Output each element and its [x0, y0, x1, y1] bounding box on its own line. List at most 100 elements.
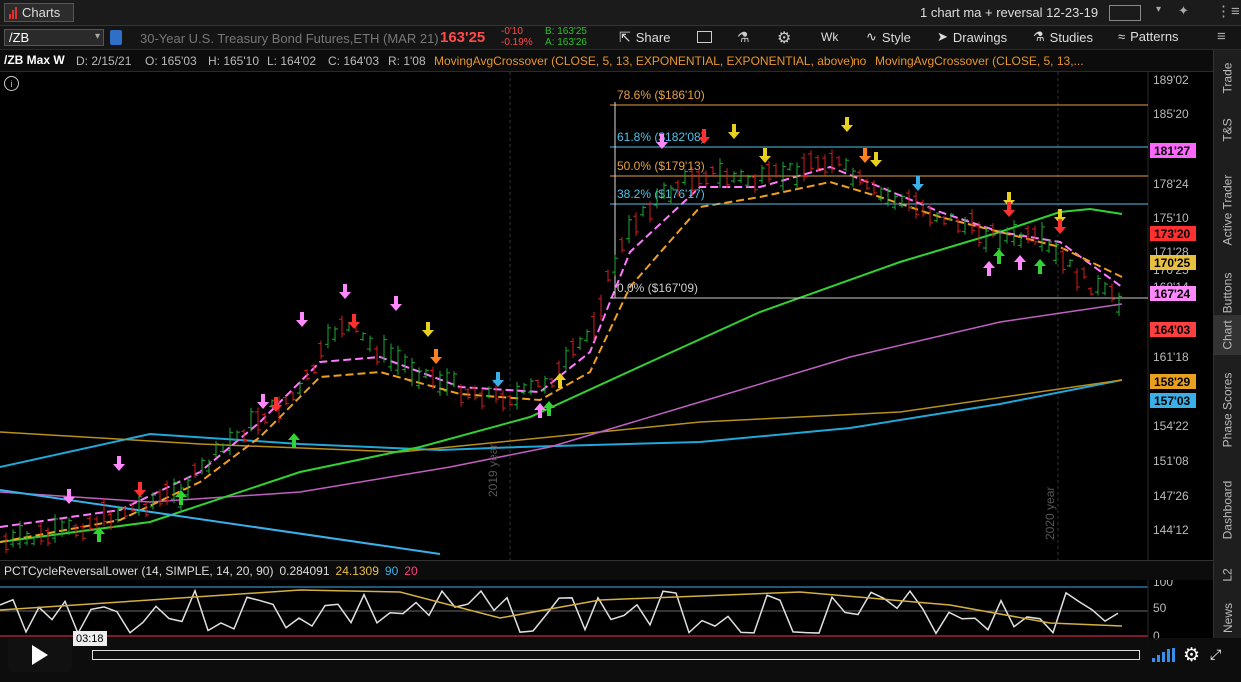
cycle-line [0, 588, 1119, 636]
study-label-2[interactable]: MovingAvgCrossover (CLOSE, 5, 13,... [875, 54, 1084, 68]
bar-high: H: 165'10 [208, 54, 259, 68]
lower-study-value-3: 90 [384, 563, 399, 578]
menu-icon[interactable]: ≡ [1217, 28, 1226, 45]
share-label: Share [635, 30, 671, 45]
buy-signal-arrow [993, 249, 1005, 264]
lower-study-value-1: 0.284091 [279, 563, 330, 578]
price-tag-label: 170'25 [1154, 256, 1191, 270]
ma-long-gold [0, 379, 1123, 453]
lower-tick: 50 [1153, 601, 1167, 615]
layout-title[interactable]: 1 chart ma + reversal 12-23-19 [920, 5, 1098, 20]
sell-signal-arrow [492, 372, 504, 387]
buy-signal-arrow [1034, 259, 1046, 274]
study-label-1[interactable]: MovingAvgCrossover (CLOSE, 5, 13, EXPONE… [434, 54, 854, 68]
style-icon: ∿ [866, 29, 877, 44]
tab-label: Trade [1220, 62, 1235, 93]
price-tick: 175'10 [1153, 211, 1189, 225]
layout-box[interactable] [1109, 5, 1141, 21]
price-tick: 154'22 [1153, 419, 1189, 433]
play-icon [32, 645, 48, 665]
price-tag-label: 167'24 [1154, 287, 1191, 301]
tab-dashboard[interactable]: Dashboard [1214, 465, 1241, 555]
volume-icon[interactable] [1152, 648, 1175, 662]
pin-icon[interactable]: ✦ [1178, 3, 1189, 19]
year-marker-2020: 2020 year [1043, 486, 1057, 540]
price-chart-canvas[interactable]: 78.6% ($186'10)61.8% ($182'08)50.0% ($17… [0, 72, 1214, 560]
cursor-icon: ➤ [937, 29, 948, 44]
time-tooltip: 03:18 [73, 631, 107, 646]
gear-icon[interactable]: ⚙ [1183, 644, 1200, 667]
ask-price: A: 163'26 [545, 37, 587, 48]
lower-study-header: PCTCycleReversalLower (14, SIMPLE, 14, 2… [0, 560, 1214, 580]
tab-phase-scores[interactable]: Phase Scores [1214, 355, 1241, 465]
progress-track[interactable] [92, 650, 1140, 660]
period-button[interactable]: Wk [821, 30, 838, 44]
tab-label: News [1220, 602, 1235, 633]
tab-label: T&S [1220, 118, 1235, 142]
sell-signal-arrow [912, 176, 924, 191]
patterns-button[interactable]: ≈ Patterns [1118, 29, 1179, 44]
style-button[interactable]: ∿ Style [866, 29, 911, 45]
menu-icon[interactable]: ⋮≡ [1216, 2, 1240, 20]
cycle-avg-line [0, 589, 1123, 627]
sell-signal-arrow [257, 394, 269, 409]
price-chart[interactable]: 78.6% ($186'10) 61.8% ($182'08) 50.0% ($17… [0, 72, 1214, 560]
bid-price: B: 163'25 [545, 26, 587, 37]
flask-icon: ⚗ [1033, 29, 1045, 44]
price-tick: 147'26 [1153, 489, 1189, 503]
price-tag-label: 173'20 [1154, 227, 1191, 241]
price-tag-label: 157'03 [1154, 394, 1191, 408]
charts-tab[interactable]: Charts [4, 3, 74, 22]
link-icon[interactable] [110, 30, 122, 45]
price-tick: 178'24 [1153, 177, 1189, 191]
sell-signal-arrow [113, 456, 125, 471]
tab-label: Active Trader [1220, 174, 1235, 246]
sell-signal-arrow [430, 349, 442, 364]
tab-label: Phase Scores [1220, 372, 1235, 448]
screenshot-icon[interactable] [697, 31, 712, 43]
symbol-input[interactable]: /ZB ▾ [4, 29, 104, 46]
flask-icon[interactable]: ⚗ [737, 29, 750, 46]
year-marker-2019: 2019 year [486, 443, 500, 497]
sell-signal-arrow [390, 296, 402, 311]
chevron-down-icon: ▾ [94, 31, 100, 42]
lower-study-chart[interactable]: 100 50 0 [0, 575, 1214, 643]
sell-signal-arrow [859, 148, 871, 163]
bar-date: D: 2/15/21 [76, 54, 132, 68]
gear-icon[interactable]: ⚙ [777, 28, 791, 48]
fib-level-label: 78.6% ($186'10) [617, 88, 705, 102]
price-tick: 161'18 [1153, 350, 1189, 364]
play-button[interactable] [8, 638, 72, 672]
net-change: -0'10 [501, 26, 523, 37]
buy-signal-arrow [983, 261, 995, 276]
tab-t-s[interactable]: T&S [1214, 105, 1241, 155]
tab-trade[interactable]: Trade [1214, 50, 1241, 105]
share-button[interactable]: ⇱ Share [619, 29, 670, 46]
fullscreen-icon[interactable]: ⤢ [1210, 646, 1221, 663]
price-tick: 189'02 [1153, 73, 1189, 87]
drawings-label: Drawings [952, 29, 1008, 45]
price-tag-label: 164'03 [1154, 323, 1191, 337]
drawings-button[interactable]: ➤ Drawings [937, 29, 1007, 45]
bar-low: L: 164'02 [267, 54, 317, 68]
patterns-label: Patterns [1130, 29, 1179, 44]
price-tag-label: 158'29 [1154, 375, 1191, 389]
tab-buttons[interactable]: Buttons [1214, 265, 1241, 320]
symbol-description: 30-Year U.S. Treasury Bond Futures,ETH (… [140, 31, 439, 46]
lower-study-name[interactable]: PCTCycleReversalLower (14, SIMPLE, 14, 2… [4, 564, 273, 578]
tab-chart[interactable]: Chart [1214, 315, 1241, 355]
tab-label: Chart [1220, 320, 1235, 350]
tab-news[interactable]: News [1214, 595, 1241, 640]
info-icon[interactable]: i [4, 76, 19, 91]
time-label: 03:18 [76, 632, 104, 645]
chevron-down-icon[interactable]: ▾ [1156, 4, 1161, 15]
last-price: 163'25 [440, 29, 486, 46]
lower-study-value-4: 20 [404, 563, 418, 578]
tab-active-trader[interactable]: Active Trader [1214, 155, 1241, 265]
sell-signal-arrow [870, 152, 882, 167]
bar-close: C: 164'03 [328, 54, 379, 68]
studies-button[interactable]: ⚗ Studies [1033, 29, 1093, 45]
charts-tab-label: Charts [22, 5, 61, 20]
tab-l2[interactable]: L2 [1214, 555, 1241, 595]
lower-study-canvas[interactable]: 100500 [0, 575, 1214, 643]
